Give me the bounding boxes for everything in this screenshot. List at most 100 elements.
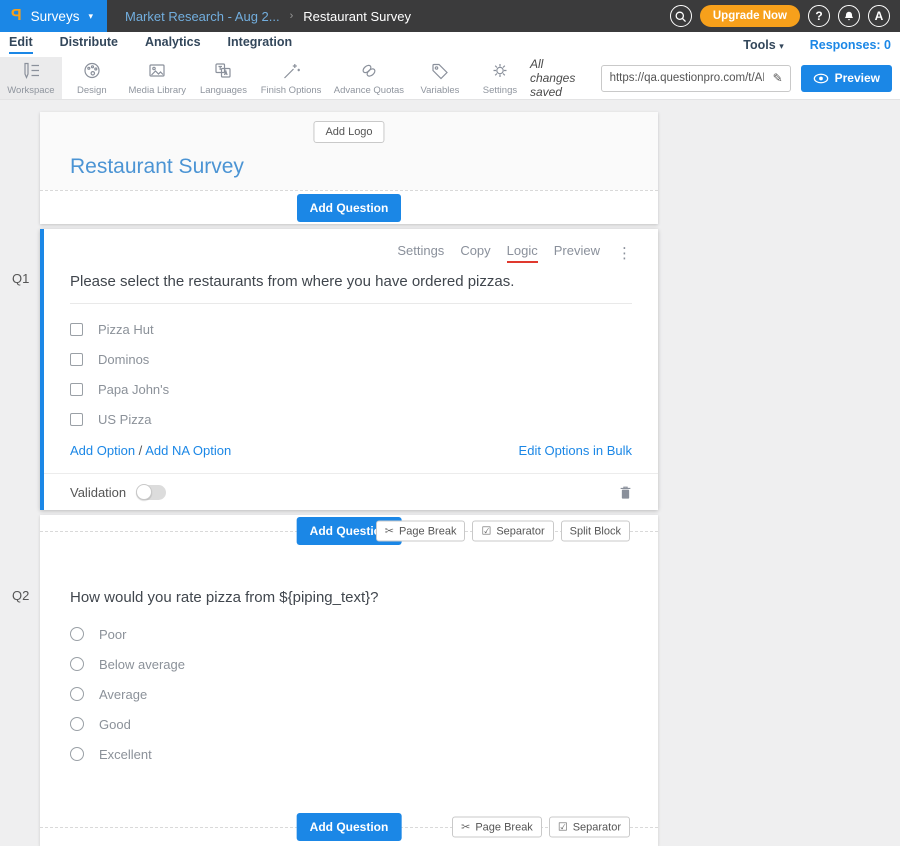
nav-tab[interactable]: Distribute <box>60 35 118 54</box>
edit-url-icon[interactable]: ✎ <box>766 71 790 85</box>
survey-url-input[interactable] <box>602 72 766 84</box>
search-button[interactable] <box>670 5 692 27</box>
q2-question-text[interactable]: How would you rate pizza from ${piping_t… <box>70 547 628 606</box>
option-label[interactable]: US Pizza <box>98 412 151 427</box>
radio-option-row[interactable]: Average <box>70 679 628 709</box>
q1-footer: Validation <box>44 473 658 510</box>
q1-menu-item[interactable]: Preview <box>554 243 600 263</box>
responses-count[interactable]: Responses: 0 <box>810 38 891 52</box>
toolbar-item-settings[interactable]: Settings <box>470 57 530 99</box>
page-break-button[interactable]: ✂Page Break <box>376 521 466 542</box>
toolbar-item-variables[interactable]: Variables <box>410 57 470 99</box>
q1-menu-item[interactable]: Settings <box>397 243 444 263</box>
breadcrumb-current: Restaurant Survey <box>303 9 411 24</box>
nav-tab[interactable]: Analytics <box>145 35 201 54</box>
help-button[interactable]: ? <box>808 5 830 27</box>
delete-question-button[interactable] <box>619 485 632 500</box>
nav-right: Tools ▾ Responses: 0 <box>743 38 900 52</box>
checkbox-option-row[interactable]: Papa John's <box>70 374 632 404</box>
add-option-link[interactable]: Add Option <box>70 443 135 458</box>
option-label[interactable]: Poor <box>99 627 126 642</box>
page-break-button[interactable]: ✂Page Break <box>452 817 542 838</box>
translate-icon <box>213 61 233 80</box>
separator-button[interactable]: ☑Separator <box>549 817 630 838</box>
account-avatar[interactable]: A <box>868 5 890 27</box>
add-question-button-bottom[interactable]: Add Question <box>297 813 402 841</box>
radio-icon[interactable] <box>70 747 84 761</box>
toolbar-item-design[interactable]: Design <box>62 57 122 99</box>
preview-button[interactable]: Preview <box>801 65 892 92</box>
workspace-icon <box>21 61 41 80</box>
checkbox-option-row[interactable]: Dominos <box>70 344 632 374</box>
bell-icon <box>843 10 855 23</box>
checkbox-icon[interactable] <box>70 323 83 336</box>
survey-canvas: Add Logo Restaurant Survey Add Question … <box>40 112 658 846</box>
toolbar-item-languages[interactable]: Languages <box>193 57 255 99</box>
radio-icon[interactable] <box>70 657 84 671</box>
split-block-button[interactable]: Split Block <box>561 521 630 542</box>
nav-tab[interactable]: Edit <box>9 35 33 54</box>
checkbox-option-row[interactable]: US Pizza <box>70 404 632 434</box>
q1-menu-item[interactable]: Copy <box>460 243 490 263</box>
option-label[interactable]: Below average <box>99 657 185 672</box>
tag-icon <box>430 61 450 80</box>
checkbox-icon[interactable] <box>70 383 83 396</box>
checkbox-icon[interactable] <box>70 353 83 366</box>
search-icon <box>674 10 687 23</box>
toolbar-item-finish-options[interactable]: Finish Options <box>254 57 328 99</box>
breadcrumb: Market Research - Aug 2... › Restaurant … <box>125 9 411 24</box>
kebab-menu-icon[interactable]: ⋮ <box>617 244 632 262</box>
q1-menu-item[interactable]: Logic <box>507 243 538 263</box>
insert-buttons-bottom: ✂Page Break ☑Separator <box>452 817 630 838</box>
questionpro-logo-icon: P <box>11 7 22 25</box>
nav-tab[interactable]: Integration <box>228 35 293 54</box>
add-na-option-link[interactable]: Add NA Option <box>145 443 231 458</box>
tools-menu[interactable]: Tools ▾ <box>743 38 783 52</box>
breadcrumb-folder[interactable]: Market Research - Aug 2... <box>125 9 280 24</box>
survey-url-box: ✎ <box>601 65 791 92</box>
gear-icon <box>490 61 510 80</box>
toolbar-item-workspace[interactable]: Workspace <box>0 57 62 99</box>
add-logo-button[interactable]: Add Logo <box>313 121 384 143</box>
radio-icon[interactable] <box>70 627 84 641</box>
separator-button[interactable]: ☑Separator <box>472 521 553 542</box>
radio-option-row[interactable]: Good <box>70 709 628 739</box>
option-label[interactable]: Papa John's <box>98 382 169 397</box>
option-label[interactable]: Pizza Hut <box>98 322 154 337</box>
option-label[interactable]: Dominos <box>98 352 149 367</box>
chevron-down-icon: ▾ <box>88 11 93 22</box>
radio-option-row[interactable]: Poor <box>70 619 628 649</box>
chevron-down-icon: ▾ <box>779 41 784 51</box>
edit-options-bulk-link[interactable]: Edit Options in Bulk <box>519 443 632 458</box>
save-status: All changes saved <box>530 57 591 99</box>
q1-question-text[interactable]: Please select the restaurants from where… <box>70 273 632 304</box>
magic-wand-icon <box>281 61 301 80</box>
page-break-icon: ✂ <box>461 821 470 834</box>
checkbox-option-row[interactable]: Pizza Hut <box>70 314 632 344</box>
radio-option-row[interactable]: Below average <box>70 649 628 679</box>
radio-option-row[interactable]: Excellent <box>70 739 628 769</box>
upgrade-now-button[interactable]: Upgrade Now <box>700 5 800 27</box>
surveys-menu[interactable]: P Surveys ▾ <box>0 0 107 32</box>
checkbox-icon[interactable] <box>70 413 83 426</box>
validation-label: Validation <box>70 485 126 500</box>
q1-options-list: Pizza Hut Dominos Papa John's US Pizza <box>70 314 632 434</box>
radio-icon[interactable] <box>70 717 84 731</box>
toolbar-right: All changes saved ✎ Preview <box>530 57 900 99</box>
validation-toggle[interactable] <box>136 485 166 500</box>
separator-icon: ☑ <box>558 821 568 834</box>
option-label[interactable]: Average <box>99 687 147 702</box>
add-question-button-top[interactable]: Add Question <box>297 194 402 222</box>
survey-title[interactable]: Restaurant Survey <box>70 155 244 179</box>
toolbar-item-media-library[interactable]: Media Library <box>122 57 193 99</box>
question-card-q1: Settings Copy Logic Preview ⋮ Please select… <box>40 229 658 510</box>
option-label[interactable]: Good <box>99 717 131 732</box>
option-label[interactable]: Excellent <box>99 747 152 762</box>
survey-header-block: Add Logo Restaurant Survey Add Question <box>40 112 658 224</box>
radio-icon[interactable] <box>70 687 84 701</box>
section-nav: Edit Distribute Analytics Integration Tools… <box>0 32 900 57</box>
notifications-button[interactable] <box>838 5 860 27</box>
toolbar-item-advance-quotas[interactable]: Advance Quotas <box>328 57 410 99</box>
question-number-q2: Q2 <box>12 588 29 603</box>
q2-body: How would you rate pizza from ${piping_t… <box>40 547 658 769</box>
